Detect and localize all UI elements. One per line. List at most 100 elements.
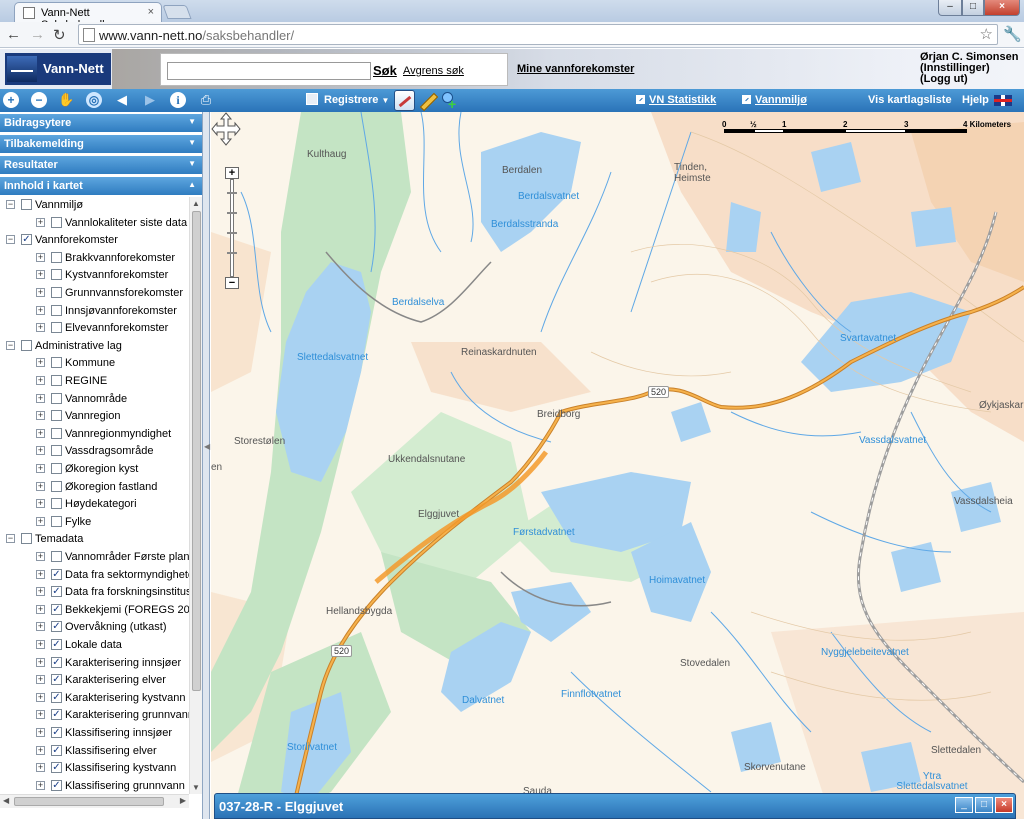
refine-search-link[interactable]: Avgrens søk (403, 65, 464, 77)
expand-toggle-icon[interactable]: + (36, 446, 45, 456)
tab-close-icon[interactable]: × (148, 6, 154, 18)
pan-control-icon[interactable] (211, 112, 241, 146)
url-text[interactable]: www.vann-nett.no/saksbehandler/ (99, 28, 294, 43)
layer-tree-row[interactable]: + ✓ Klassifisering kystvann (0, 760, 190, 777)
scrollbar-thumb[interactable] (192, 211, 201, 691)
layer-tree-row[interactable]: + ✓ Karakterisering elver (0, 672, 190, 689)
window-minimize-button[interactable]: – (938, 0, 962, 16)
expand-toggle-icon[interactable]: + (36, 745, 45, 755)
wrench-icon[interactable]: 🔧 (1003, 25, 1022, 43)
forward-arrow-icon[interactable]: → (30, 26, 45, 43)
layer-tree-row[interactable]: + REGINE (0, 373, 190, 390)
layer-checkbox[interactable] (51, 392, 62, 404)
collapse-arrow-icon[interactable]: ◀ (204, 442, 210, 451)
layer-tree-row[interactable]: + Vannlokaliteter siste data (0, 215, 190, 232)
layer-checkbox[interactable] (51, 375, 62, 386)
collapse-toggle-icon[interactable]: − (6, 340, 15, 350)
help-link[interactable]: Hjelp (962, 94, 989, 106)
layer-tree-row[interactable]: + ✓ Data fra forskningsinstitusj (0, 584, 190, 601)
layer-checkbox[interactable]: ✓ (51, 656, 62, 668)
expand-toggle-icon[interactable]: + (36, 358, 45, 368)
expand-toggle-icon[interactable]: + (36, 728, 45, 737)
collapse-toggle-icon[interactable]: − (6, 534, 15, 544)
layer-checkbox[interactable] (21, 199, 32, 210)
address-bar[interactable]: www.vann-nett.no/saksbehandler/ ☆ (78, 24, 998, 45)
layer-checkbox[interactable]: ✓ (21, 234, 32, 246)
layer-tree-row[interactable]: + Høydekategori (0, 496, 190, 513)
layer-tree-row[interactable]: + Kommune (0, 355, 190, 372)
add-user-icon[interactable] (439, 90, 460, 112)
info-window[interactable]: 037-28-R - Elggjuvet _ □ × (214, 793, 1016, 819)
layer-tree-row[interactable]: + Elvevannforekomster (0, 320, 190, 337)
layer-checkbox[interactable] (51, 551, 62, 562)
layer-checkbox[interactable]: ✓ (51, 762, 62, 774)
expand-toggle-icon[interactable]: + (36, 376, 45, 385)
zoom-level-tick[interactable] (227, 232, 237, 234)
layer-tree-row[interactable]: + Vannregionmyndighet (0, 426, 190, 443)
layer-checkbox[interactable]: ✓ (51, 744, 62, 756)
layer-checkbox[interactable]: ✓ (51, 727, 62, 738)
expand-toggle-icon[interactable]: + (36, 481, 45, 491)
layer-checkbox[interactable] (51, 304, 62, 316)
info-icon[interactable]: i (170, 92, 186, 108)
expand-toggle-icon[interactable]: + (36, 622, 45, 632)
expand-toggle-icon[interactable]: + (36, 252, 45, 262)
layer-tree-row[interactable]: + ✓ Karakterisering kystvann (0, 690, 190, 707)
globe-zoom-icon[interactable]: ◎ (86, 92, 102, 108)
layer-tree-row[interactable]: + ✓ Data fra sektormyndighete (0, 567, 190, 584)
layer-tree-row[interactable]: + ✓ Klassifisering elver (0, 743, 190, 760)
expand-toggle-icon[interactable]: + (36, 428, 45, 438)
expand-toggle-icon[interactable]: + (36, 217, 45, 227)
layer-tree-row[interactable]: − ✓ Vannforekomster (0, 232, 190, 249)
expand-toggle-icon[interactable]: + (36, 587, 45, 597)
layer-tree-row[interactable]: + ✓ Klassifisering innsjøer (0, 725, 190, 742)
vann-nett-logo[interactable]: Vann-Nett (5, 53, 111, 85)
layer-checkbox[interactable] (51, 287, 62, 298)
expand-toggle-icon[interactable]: + (36, 569, 45, 579)
accordion-tilbakemelding[interactable]: Tilbakemelding ▼ (0, 135, 202, 154)
layer-tree-row[interactable]: + ✓ Karakterisering grunnvann (0, 707, 190, 724)
accordion-resultater[interactable]: Resultater ▼ (0, 156, 202, 175)
scroll-up-icon[interactable]: ▲ (192, 199, 200, 208)
layer-tree-row[interactable]: + ✓ Karakterisering innsjøer (0, 655, 190, 672)
accordion-bidragsytere[interactable]: Bidragsytere ▼ (0, 114, 202, 133)
panel-splitter[interactable]: ◀ (203, 112, 210, 819)
window-close-button[interactable]: × (984, 0, 1020, 16)
arrow-forward-icon[interactable]: ▶ (142, 92, 158, 108)
layer-checkbox[interactable] (51, 410, 62, 422)
expand-toggle-icon[interactable]: + (36, 763, 45, 773)
layer-tree-row[interactable]: − Vannmiljø (0, 197, 190, 214)
zoom-level-tick[interactable] (227, 212, 237, 214)
map-zoom-out-button[interactable]: − (225, 277, 239, 289)
my-waterbodies-link[interactable]: Mine vannforekomster (517, 63, 634, 75)
expand-toggle-icon[interactable]: + (36, 411, 45, 421)
layer-checkbox[interactable]: ✓ (51, 621, 62, 633)
layer-tree-row[interactable]: + Kystvannforekomster (0, 267, 190, 284)
vannmiljo-link[interactable]: Vannmiljø (742, 94, 807, 106)
layer-checkbox[interactable] (51, 357, 62, 369)
layer-checkbox[interactable]: ✓ (51, 603, 62, 615)
layer-checkbox[interactable] (51, 269, 62, 281)
new-tab-button[interactable] (162, 5, 192, 19)
layer-tree-row[interactable]: + Fylke (0, 514, 190, 531)
accordion-innhold-i-kartet[interactable]: Innhold i kartet ▲ (0, 177, 202, 196)
zoom-in-icon[interactable]: + (3, 92, 19, 108)
print-icon[interactable]: ⎙ (198, 92, 214, 108)
layer-tree-row[interactable]: + ✓ Bekkekjemi (FOREGS 2008 (0, 602, 190, 619)
expand-toggle-icon[interactable]: + (36, 692, 45, 702)
uk-flag-icon[interactable] (994, 95, 1012, 106)
layer-tree-row[interactable]: + Vannregion (0, 408, 190, 425)
layer-tree-row[interactable]: + Vannområde (0, 391, 190, 408)
layer-tree-row[interactable]: + Økoregion kyst (0, 461, 190, 478)
expand-toggle-icon[interactable]: + (36, 552, 45, 561)
registrere-menu[interactable]: Registrere ▼ (306, 93, 389, 106)
zoom-level-tick[interactable] (227, 252, 237, 254)
expand-toggle-icon[interactable]: + (36, 393, 45, 403)
layer-tree-row[interactable]: + Innsjøvannforekomster (0, 303, 190, 320)
collapse-toggle-icon[interactable]: − (6, 235, 15, 245)
layer-tree-row[interactable]: + ✓ Overvåkning (utkast) (0, 619, 190, 636)
layer-tree-row[interactable]: + Brakkvannforekomster (0, 250, 190, 267)
expand-toggle-icon[interactable]: + (36, 640, 45, 649)
zoom-out-icon[interactable]: − (31, 92, 47, 108)
expand-toggle-icon[interactable]: + (36, 288, 45, 297)
